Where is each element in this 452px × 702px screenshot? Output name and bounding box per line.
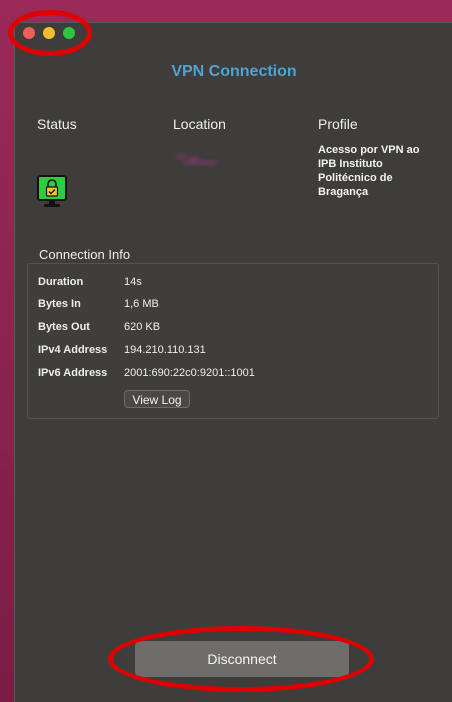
close-window-button[interactable] — [23, 27, 35, 39]
info-row-ipv4: IPv4 Address 194.210.110.131 — [38, 344, 206, 356]
view-log-button[interactable]: View Log — [124, 390, 190, 408]
info-value: 194.210.110.131 — [124, 344, 206, 356]
profile-column-label: Profile — [318, 116, 358, 132]
info-value: 620 KB — [124, 321, 161, 333]
profile-name: Acesso por VPN ao IPB Instituto Politécn… — [318, 144, 420, 198]
info-value: 14s — [124, 276, 142, 288]
info-row-bytes-out: Bytes Out 620 KB — [38, 321, 160, 333]
status-column-label: Status — [37, 116, 77, 132]
redacted-location — [173, 154, 221, 166]
info-key: Duration — [38, 276, 84, 288]
connection-info-label: Connection Info — [39, 247, 131, 262]
info-row-bytes-in: Bytes In 1,6 MB — [38, 298, 159, 310]
info-key: Bytes In — [38, 298, 81, 310]
desktop: VPN Connection Status Location Profile A… — [0, 0, 452, 702]
info-key: Bytes Out — [38, 321, 90, 333]
location-column-label: Location — [173, 116, 226, 132]
window-title: VPN Connection — [171, 63, 297, 80]
info-row-duration: Duration 14s — [38, 276, 142, 288]
window-titlebar — [15, 23, 452, 43]
info-value: 2001:690:22c0:9201::1001 — [124, 367, 255, 379]
info-key: IPv6 Address — [38, 367, 108, 379]
info-key: IPv4 Address — [38, 344, 108, 356]
zoom-window-button[interactable] — [63, 27, 75, 39]
connected-lock-monitor-icon — [37, 175, 67, 209]
vpn-window: VPN Connection Status Location Profile A… — [14, 22, 452, 702]
connection-info-panel: Duration 14s Bytes In 1,6 MB Bytes Out 620 … — [27, 263, 439, 419]
info-value: 1,6 MB — [124, 298, 159, 310]
info-row-ipv6: IPv6 Address 2001:690:22c0:9201::1001 — [38, 367, 255, 379]
disconnect-button[interactable]: Disconnect — [135, 641, 349, 677]
minimize-window-button[interactable] — [43, 27, 55, 39]
